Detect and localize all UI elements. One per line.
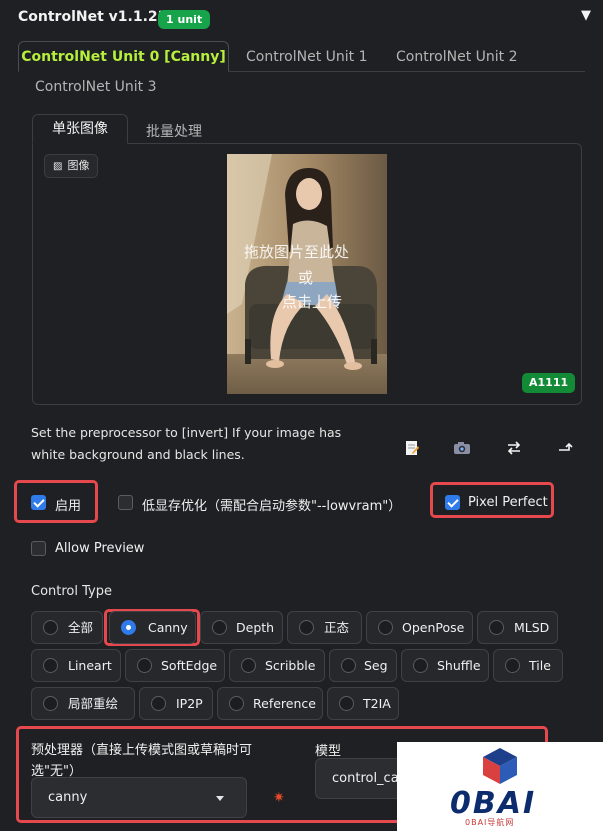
radio-label: Depth bbox=[236, 620, 275, 635]
drop-hint-1: 拖放图片至此处 bbox=[244, 243, 350, 261]
tab-unit-0[interactable]: ControlNet Unit 0 [Canny] bbox=[18, 41, 229, 72]
watermark-text: 0BAI bbox=[450, 786, 537, 821]
drop-hint-3[interactable]: 点击上传 bbox=[282, 291, 342, 312]
radio-dot bbox=[43, 620, 58, 635]
unit-count-badge: 1 unit bbox=[158, 10, 211, 29]
radio-dot-selected bbox=[121, 620, 136, 635]
radio-dot bbox=[212, 620, 227, 635]
radio-label: 全部 bbox=[68, 620, 94, 635]
image-label: ▨ 图像 bbox=[44, 154, 99, 178]
radio-lineart[interactable]: Lineart bbox=[31, 649, 121, 682]
allow-preview-checkbox[interactable] bbox=[31, 541, 46, 556]
enable-checkbox[interactable] bbox=[31, 495, 46, 510]
radio-dot bbox=[43, 658, 58, 673]
radio-softedge[interactable]: SoftEdge bbox=[125, 649, 225, 682]
radio-dot bbox=[241, 658, 256, 673]
edit-icon[interactable] bbox=[404, 440, 420, 460]
pixel-perfect-checkbox[interactable] bbox=[445, 495, 460, 510]
radio-reference[interactable]: Reference bbox=[217, 687, 323, 720]
radio-dot bbox=[489, 620, 504, 635]
radio-ip2p[interactable]: IP2P bbox=[139, 687, 213, 720]
drop-hint-2: 或 bbox=[298, 269, 314, 287]
panel-title: ControlNet v1.1.230 bbox=[18, 9, 178, 25]
radio-label: SoftEdge bbox=[161, 658, 218, 673]
lowvram-checkbox[interactable] bbox=[118, 495, 133, 510]
radio-dot bbox=[378, 620, 393, 635]
radio-dot bbox=[137, 658, 152, 673]
radio-label: T2IA bbox=[363, 696, 391, 711]
radio-normal[interactable]: 正态 bbox=[287, 611, 362, 644]
image-icon: ▨ bbox=[53, 161, 63, 172]
a1111-badge: A1111 bbox=[522, 373, 576, 393]
radio-openpose[interactable]: OpenPose bbox=[366, 611, 473, 644]
pixel-perfect-label: Pixel Perfect bbox=[468, 495, 548, 510]
radio-dot bbox=[413, 658, 428, 673]
triangle-down-icon[interactable]: ▼ bbox=[581, 8, 591, 23]
send-dimensions-icon[interactable] bbox=[557, 440, 573, 460]
radio-label: 局部重绘 bbox=[68, 696, 119, 711]
radio-dot bbox=[229, 696, 244, 711]
radio-seg[interactable]: Seg bbox=[329, 649, 397, 682]
control-type-title: Control Type bbox=[31, 584, 112, 599]
allow-preview-label: Allow Preview bbox=[55, 541, 145, 556]
radio-label: OpenPose bbox=[402, 620, 465, 635]
radio-label: IP2P bbox=[176, 696, 203, 711]
model-label: 模型 bbox=[315, 744, 342, 759]
radio-label: Seg bbox=[364, 658, 388, 673]
preprocessor-label: 预处理器（直接上传模式图或草稿时可选"无"） bbox=[31, 743, 253, 779]
enable-label: 启用 bbox=[55, 499, 82, 514]
radio-tile[interactable]: Tile bbox=[493, 649, 563, 682]
radio-label: Reference bbox=[253, 696, 316, 711]
radio-dot bbox=[341, 658, 356, 673]
radio-dot bbox=[43, 696, 58, 711]
radio-dot bbox=[299, 620, 314, 635]
radio-dot bbox=[505, 658, 520, 673]
lowvram-label: 低显存优化（需配合启动参数"--lowvram"） bbox=[142, 499, 402, 514]
radio-label: Canny bbox=[148, 620, 188, 635]
radio-all[interactable]: 全部 bbox=[31, 611, 103, 644]
radio-label: Lineart bbox=[68, 658, 112, 673]
camera-icon[interactable] bbox=[453, 440, 471, 460]
radio-label: Shuffle bbox=[437, 658, 481, 673]
radio-inpaint[interactable]: 局部重绘 bbox=[31, 687, 135, 720]
radio-canny[interactable]: Canny bbox=[109, 611, 196, 644]
radio-dot bbox=[339, 696, 354, 711]
radio-label: 正态 bbox=[324, 620, 350, 635]
radio-dot bbox=[151, 696, 166, 711]
tab-single-image[interactable]: 单张图像 bbox=[32, 114, 128, 144]
tab-unit-1[interactable]: ControlNet Unit 1 bbox=[246, 49, 368, 65]
watermark-subtext: 0BAI导航网 bbox=[465, 818, 515, 827]
swap-icon[interactable] bbox=[506, 440, 522, 460]
radio-label: MLSD bbox=[514, 620, 550, 635]
radio-label: Tile bbox=[529, 658, 551, 673]
radio-scribble[interactable]: Scribble bbox=[229, 649, 325, 682]
tab-batch[interactable]: 批量处理 bbox=[146, 121, 202, 141]
radio-shuffle[interactable]: Shuffle bbox=[401, 649, 489, 682]
radio-label: Scribble bbox=[265, 658, 316, 673]
explode-icon[interactable]: ✷ bbox=[273, 790, 285, 806]
chevron-down-icon bbox=[216, 796, 224, 801]
radio-mlsd[interactable]: MLSD bbox=[477, 611, 558, 644]
preprocessor-value: canny bbox=[48, 790, 88, 805]
tab-unit-2[interactable]: ControlNet Unit 2 bbox=[396, 49, 518, 65]
image-label-text: 图像 bbox=[67, 159, 90, 172]
preprocessor-hint: Set the preprocessor to [invert] If your… bbox=[31, 425, 342, 462]
preprocessor-select[interactable]: canny bbox=[31, 777, 247, 818]
watermark-logo: 0BAI 0BAI导航网 bbox=[397, 742, 603, 831]
radio-depth[interactable]: Depth bbox=[200, 611, 283, 644]
radio-t2ia[interactable]: T2IA bbox=[327, 687, 399, 720]
tab-unit-3[interactable]: ControlNet Unit 3 bbox=[35, 79, 157, 95]
